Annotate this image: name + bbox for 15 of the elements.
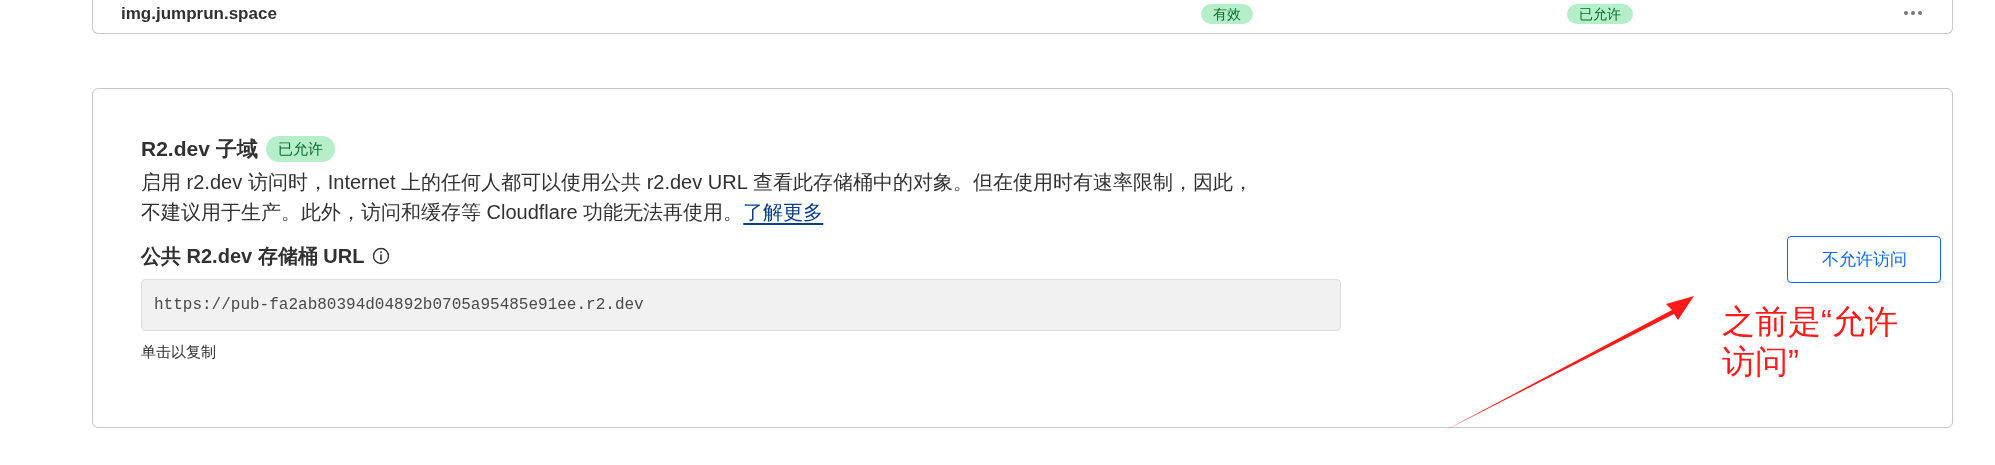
domain-name: img.jumprun.space [121,4,277,24]
disallow-access-button[interactable]: 不允许访问 [1787,236,1941,283]
access-badge: 已允许 [1567,4,1633,24]
description-text: 启用 r2.dev 访问时，Internet 上的任何人都可以使用公共 r2.dev URL 查看此存储桶中的对象。但在使用时有速率限制，因此， [141,170,1253,193]
section-title: R2.dev 子域 [141,136,258,162]
info-icon[interactable] [372,246,391,265]
more-icon[interactable] [1903,10,1923,16]
field-label: 公共 R2.dev 存储桶 URL [141,243,365,269]
status-badge: 有效 [1201,4,1253,24]
description-text: 不建议用于生产。此外，访问和缓存等 Cloudflare 功能无法再使用。 [141,200,744,223]
annotation-text: 之前是“允许 访问” [1722,302,1898,382]
url-field[interactable]: https://pub-fa2ab80394d04892b0705a95485e91ee.r2.dev [141,278,1341,331]
learn-more-link[interactable]: 了解更多 [743,200,824,223]
status-badge: 已允许 [265,135,335,162]
copy-hint: 单击以复制 [141,341,216,362]
